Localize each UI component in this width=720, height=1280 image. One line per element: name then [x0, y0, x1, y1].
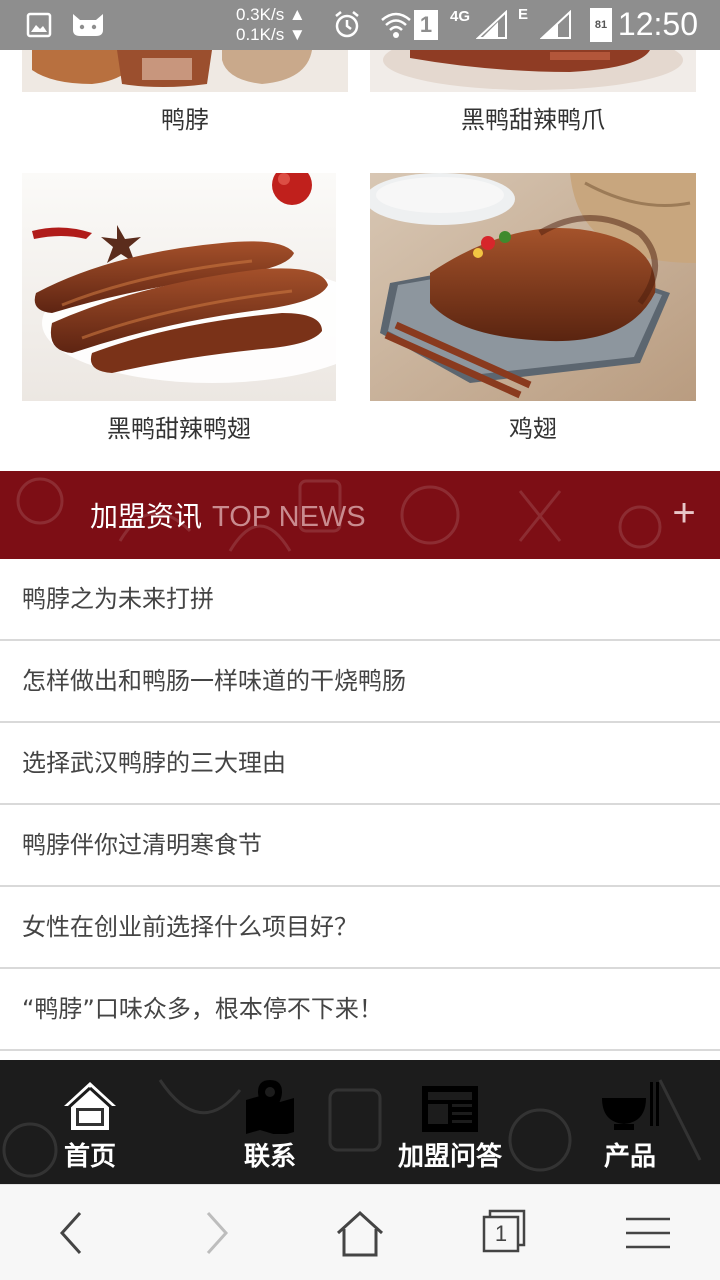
nav-label: 产品 — [603, 1142, 656, 1172]
product-card-duck-feet[interactable]: 黑鸭甜辣鸭爪 — [370, 50, 696, 160]
home-browser-icon[interactable] — [330, 1203, 390, 1263]
product-label[interactable]: 鸭脖 — [22, 100, 348, 135]
bottom-navigation: 首页 联系 加盟问答 产品 — [0, 1060, 720, 1184]
product-label[interactable]: 鸡翅 — [370, 409, 696, 444]
news-item[interactable]: 选择武汉鸭脖的三大理由 — [0, 723, 720, 805]
product-card-chicken-wing[interactable]: 鸡翅 — [370, 173, 696, 473]
upload-speed: 0.3K/s ▲ — [236, 5, 306, 24]
network-speed: 0.3K/s ▲ 0.1K/s ▼ — [236, 5, 306, 45]
sim-badge: 1 — [414, 10, 438, 40]
news-list: 鸭脖之为未来打拼 怎样做出和鸭肠一样味道的干烧鸭肠 选择武汉鸭脖的三大理由 鸭脖… — [0, 559, 720, 1051]
map-icon — [246, 1080, 294, 1134]
product-label[interactable]: 黑鸭甜辣鸭爪 — [370, 100, 696, 135]
news-section-header[interactable]: 加盟资讯 TOP NEWS + — [0, 471, 720, 559]
image-notification-icon — [26, 12, 52, 38]
clock: 12:50 — [617, 6, 698, 42]
product-card-duck-neck[interactable]: 鸭脖 — [22, 50, 348, 160]
status-bar: 0.3K/s ▲ 0.1K/s ▼ 1 4G E 81 12:50 — [0, 0, 720, 50]
product-label[interactable]: 黑鸭甜辣鸭翅 — [22, 409, 336, 444]
news-item[interactable]: 怎样做出和鸭肠一样味道的干烧鸭肠 — [0, 641, 720, 723]
nav-contact[interactable]: 联系 — [180, 1060, 360, 1184]
browser-toolbar: 1 — [0, 1184, 720, 1280]
chicken-wing-image[interactable] — [370, 173, 696, 401]
nav-label: 首页 — [63, 1142, 116, 1172]
nav-faq[interactable]: 加盟问答 — [360, 1060, 540, 1184]
forward-icon[interactable] — [186, 1203, 246, 1263]
network-type-e: E — [518, 6, 529, 23]
tabs-button[interactable]: 1 — [474, 1203, 534, 1263]
news-title-en: TOP NEWS — [212, 501, 366, 533]
newspaper-icon — [422, 1086, 478, 1132]
news-item[interactable]: “鸭脖”口味众多，根本停不下来！ — [0, 969, 720, 1051]
bowl-icon — [602, 1082, 659, 1130]
network-type: 4G — [450, 8, 471, 25]
nav-label: 加盟问答 — [397, 1142, 502, 1172]
more-news-plus-icon[interactable]: + — [670, 493, 698, 533]
tab-count: 1 — [494, 1221, 508, 1246]
battery-icon: 81 — [590, 8, 612, 42]
duck-feet-image[interactable] — [370, 50, 696, 92]
product-card-duck-wing[interactable]: 黑鸭甜辣鸭翅 — [22, 173, 336, 473]
menu-icon[interactable] — [618, 1203, 678, 1263]
duck-wing-image[interactable] — [22, 173, 336, 401]
home-icon — [64, 1082, 116, 1130]
cat-app-icon — [73, 14, 103, 36]
signal-icon — [476, 10, 507, 39]
news-item[interactable]: 女性在创业前选择什么项目好？ — [0, 887, 720, 969]
wifi-icon — [381, 12, 411, 38]
signal-icon-2 — [540, 10, 571, 39]
news-item[interactable]: 鸭脖之为未来打拼 — [0, 559, 720, 641]
duck-neck-image[interactable] — [22, 50, 348, 92]
product-grid: 鸭脖 黑鸭甜辣鸭爪 黑鸭甜辣鸭翅 鸡翅 — [0, 50, 720, 470]
nav-label: 联系 — [243, 1142, 296, 1172]
nav-home[interactable]: 首页 — [0, 1060, 180, 1184]
news-item[interactable]: 鸭脖伴你过清明寒食节 — [0, 805, 720, 887]
news-title: 加盟资讯 TOP NEWS — [90, 495, 366, 535]
news-title-cn: 加盟资讯 — [90, 500, 203, 533]
back-icon[interactable] — [42, 1203, 102, 1263]
alarm-icon — [335, 11, 359, 38]
download-speed: 0.1K/s ▼ — [236, 25, 306, 44]
nav-products[interactable]: 产品 — [540, 1060, 720, 1184]
